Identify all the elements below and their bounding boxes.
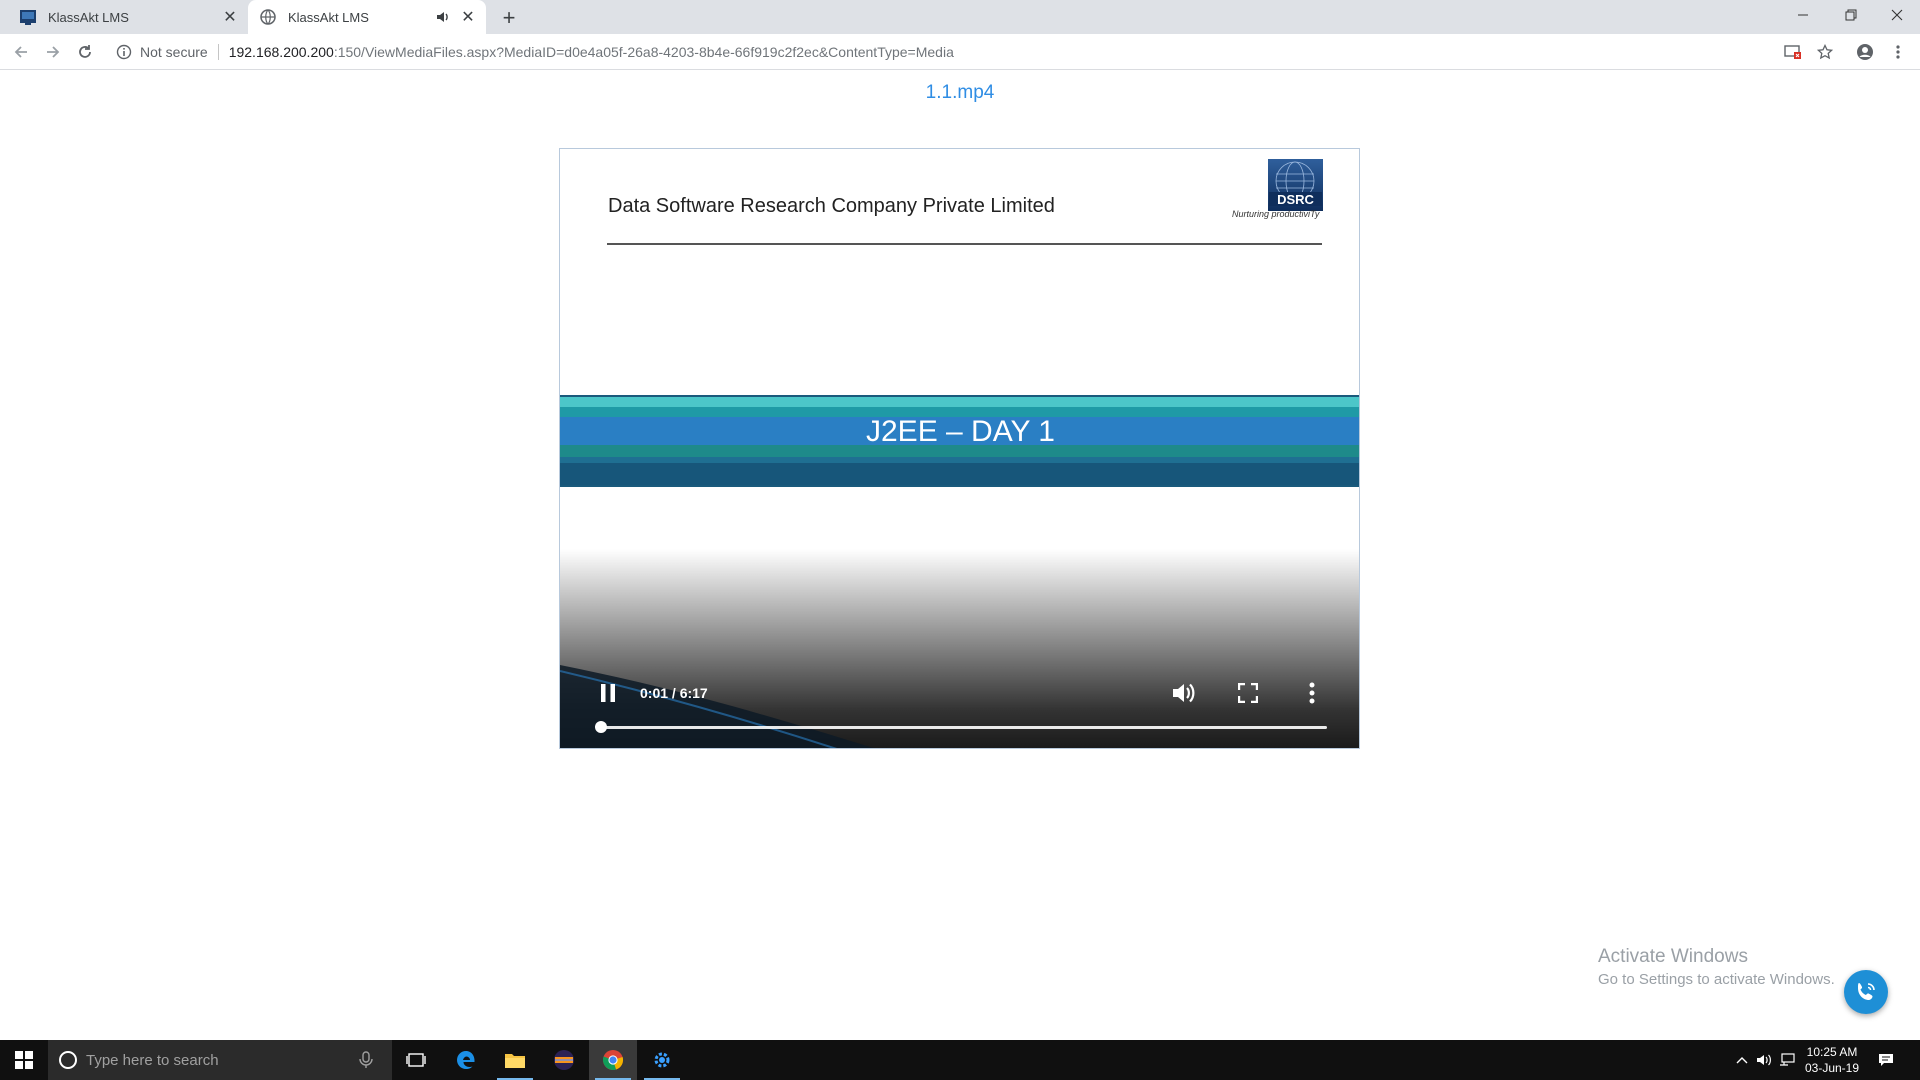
slide-title: J2EE – DAY 1 (866, 415, 1055, 448)
reload-icon[interactable] (73, 40, 97, 64)
more-vertical-icon (1309, 682, 1315, 704)
video-scrubber-handle[interactable] (595, 721, 607, 733)
new-tab-plus-icon[interactable]: + (496, 5, 522, 31)
gear-app-icon (654, 1052, 670, 1068)
slide-company-name: Data Software Research Company Private L… (608, 195, 1055, 217)
activate-windows-title: Activate Windows (1598, 946, 1748, 967)
support-call-button[interactable] (1844, 970, 1888, 1014)
start-button[interactable] (0, 1040, 48, 1080)
address-bar[interactable]: Not secure 192.168.200.200:150/ViewMedia… (108, 38, 1920, 66)
edge-browser-icon (457, 1051, 475, 1069)
tab-close-icon[interactable]: ✕ (218, 5, 242, 29)
menu-kebab-icon[interactable] (1886, 40, 1910, 64)
bookmark-star-icon[interactable] (1813, 40, 1837, 64)
minimize-icon[interactable] (1780, 0, 1826, 30)
taskbar-clock[interactable]: 10:25 AM 03-Jun-19 (1792, 1044, 1872, 1076)
speaker-volume-icon[interactable] (1754, 1050, 1774, 1070)
tab-title: KlassAkt LMS (48, 9, 129, 25)
close-window-icon[interactable] (1874, 0, 1920, 30)
show-hidden-icons-chevron-icon[interactable] (1732, 1050, 1752, 1070)
klassakt-favicon-icon (20, 10, 36, 25)
task-view-button[interactable] (392, 1040, 440, 1080)
eclipse-ide-icon (554, 1050, 574, 1070)
volume-button[interactable] (1168, 677, 1200, 709)
windows-taskbar: Type here to search 10:25 AM 03-Jun-19 (0, 1040, 1920, 1080)
cortana-circle-icon (59, 1051, 77, 1069)
logo-text: DSRC (1277, 192, 1314, 207)
fullscreen-icon (1238, 683, 1258, 703)
address-separator (217, 44, 219, 60)
taskbar-eclipse[interactable] (540, 1040, 588, 1080)
pause-icon (601, 684, 615, 702)
phone-icon (1858, 983, 1875, 1000)
tab-title: KlassAkt LMS (288, 9, 369, 25)
forward-arrow-icon[interactable] (41, 40, 65, 64)
logo-tagline: Nurturing productiviTy (1232, 209, 1320, 219)
folder-icon (505, 1054, 525, 1068)
windows-logo-icon (15, 1051, 33, 1069)
volume-icon (1173, 683, 1195, 703)
back-arrow-icon[interactable] (9, 40, 33, 64)
slide-divider (607, 243, 1322, 245)
fullscreen-button[interactable] (1232, 677, 1264, 709)
task-view-icon (406, 1053, 426, 1067)
url-host: 192.168.200.200 (228, 44, 334, 60)
cast-blocked-icon[interactable] (1781, 40, 1805, 64)
tab-strip: KlassAkt LMS ✕ KlassAkt LMS ✕ + (0, 0, 1920, 34)
taskbar-chrome[interactable] (589, 1040, 637, 1080)
browser-tab[interactable]: KlassAkt LMS ✕ (8, 0, 248, 34)
microphone-icon[interactable] (356, 1050, 376, 1070)
search-placeholder: Type here to search (86, 1051, 219, 1069)
video-time-display: 0:01 / 6:17 (640, 685, 708, 701)
taskbar-edge[interactable] (442, 1040, 490, 1080)
tab-close-icon[interactable]: ✕ (456, 5, 480, 29)
action-center-icon[interactable] (1876, 1050, 1896, 1070)
video-progress-bar[interactable] (595, 721, 1327, 733)
security-label: Not secure (140, 44, 208, 60)
browser-toolbar: Not secure 192.168.200.200:150/ViewMedia… (0, 34, 1920, 70)
clock-time: 10:25 AM (1806, 1045, 1858, 1059)
pause-button[interactable] (592, 677, 624, 709)
restore-icon[interactable] (1828, 0, 1874, 30)
taskbar-app-tool[interactable] (638, 1040, 686, 1080)
taskbar-file-explorer[interactable] (491, 1040, 539, 1080)
video-more-options-button[interactable] (1296, 677, 1328, 709)
taskbar-search-box[interactable]: Type here to search (48, 1040, 392, 1080)
tab-audio-icon[interactable] (434, 8, 452, 26)
activate-windows-subtitle: Go to Settings to activate Windows. (1598, 971, 1835, 988)
chrome-browser-icon (602, 1050, 624, 1070)
url-path: :150/ViewMediaFiles.aspx?MediaID=d0e4a05… (333, 44, 954, 60)
site-info-icon[interactable] (116, 44, 132, 60)
video-player[interactable]: Data Software Research Company Private L… (559, 148, 1360, 749)
media-file-title: 1.1.mp4 (925, 82, 995, 103)
profile-avatar-icon[interactable] (1853, 40, 1877, 64)
clock-date: 03-Jun-19 (1804, 1061, 1860, 1075)
browser-tab-active[interactable]: KlassAkt LMS ✕ (248, 0, 486, 34)
globe-icon (260, 9, 276, 25)
